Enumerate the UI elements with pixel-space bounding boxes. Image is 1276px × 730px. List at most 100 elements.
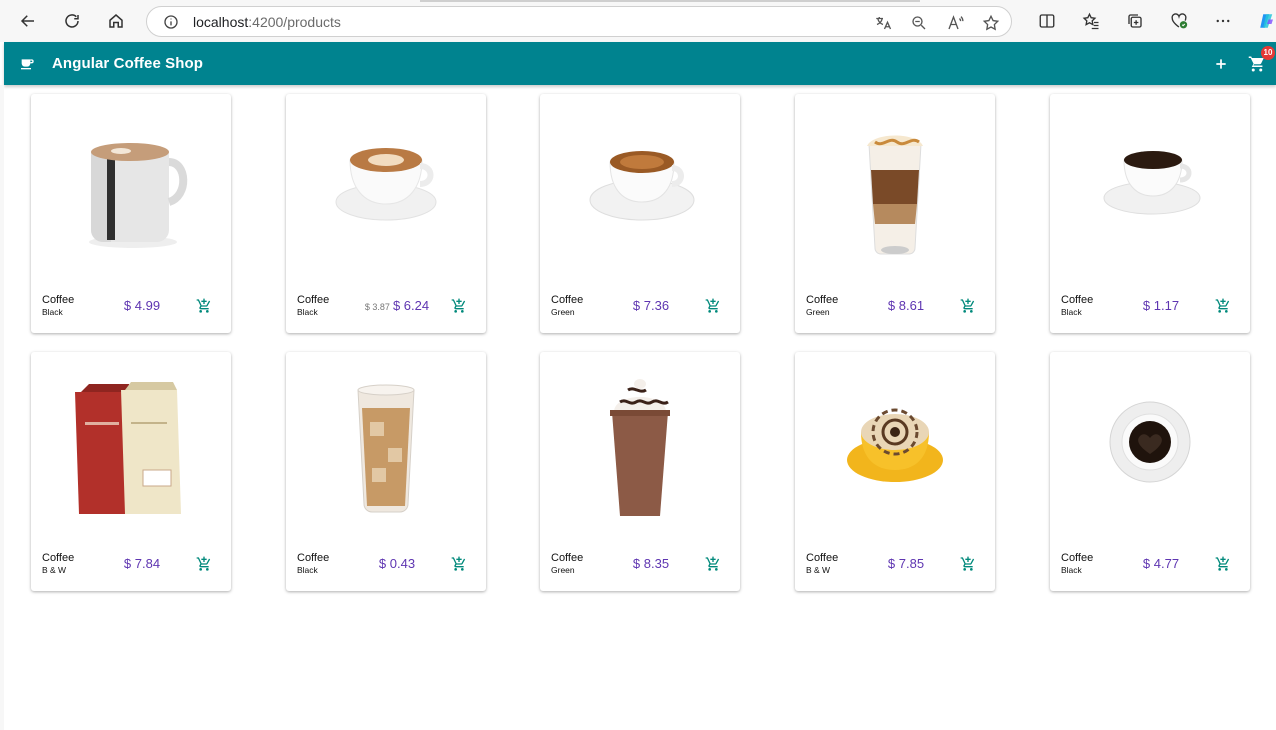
add-to-cart-button[interactable] [1215, 298, 1231, 314]
product-card[interactable]: Coffee Green $ 7.36 [540, 94, 740, 333]
refresh-button[interactable] [54, 5, 90, 37]
translate-icon[interactable] [873, 13, 893, 33]
product-name: Coffee [42, 294, 75, 306]
url-text: localhost:4200/products [193, 14, 341, 30]
more-menu-button[interactable] [1201, 0, 1245, 42]
address-bar[interactable]: localhost:4200/products [146, 6, 1012, 37]
url-path: :4200/products [248, 13, 341, 30]
home-button[interactable] [98, 5, 134, 37]
product-card[interactable]: Coffee Black $ 3.87 $ 6.24 [286, 94, 486, 333]
product-image[interactable] [61, 362, 201, 522]
product-price: $ 7.36 [616, 298, 686, 313]
zoom-out-icon[interactable] [909, 13, 929, 33]
product-name: Coffee [42, 552, 75, 564]
product-card[interactable]: Coffee Green $ 8.61 [795, 94, 995, 333]
product-price: $ 0.43 [362, 556, 432, 571]
product-price: $ 4.99 [107, 298, 177, 313]
product-name: Coffee [806, 552, 839, 564]
product-variant: B & W [42, 565, 67, 575]
product-card[interactable]: Coffee Black $ 0.43 [286, 352, 486, 591]
product-price: $ 7.85 [871, 556, 941, 571]
product-card[interactable]: Coffee Black $ 4.99 [31, 94, 231, 333]
add-shopping-cart-icon [196, 556, 211, 571]
coffee-bags-icon [75, 382, 181, 514]
product-price: $ 7.84 [107, 556, 177, 571]
product-price: $ 1.17 [1126, 298, 1196, 313]
add-product-button[interactable] [1210, 53, 1232, 75]
add-shopping-cart-icon [705, 298, 720, 313]
product-variant: B & W [806, 565, 831, 575]
product-current-price: $ 8.35 [632, 556, 670, 571]
copilot-icon [1260, 14, 1273, 28]
arrow-left-icon [20, 15, 34, 27]
product-footer: Coffee Black $ 4.99 [31, 294, 231, 318]
product-name: Coffee [551, 552, 584, 564]
add-to-cart-button[interactable] [705, 556, 721, 572]
product-image[interactable] [316, 362, 456, 522]
add-to-cart-button[interactable] [960, 298, 976, 314]
product-variant: Black [1061, 307, 1082, 317]
product-current-price: $ 6.24 [392, 298, 430, 313]
browser-toolbar: localhost:4200/products [0, 0, 1276, 42]
product-footer: Coffee Green $ 8.35 [540, 552, 740, 576]
product-price: $ 8.35 [616, 556, 686, 571]
product-image[interactable] [1080, 362, 1220, 522]
split-screen-icon [1039, 14, 1055, 28]
add-shopping-cart-icon [1215, 556, 1230, 571]
product-card[interactable]: Coffee Black $ 4.77 [1050, 352, 1250, 591]
yellow-cup-latte-art-icon [847, 408, 943, 482]
heart-pulse-icon [1171, 13, 1188, 29]
cappuccino-cup-icon [335, 148, 437, 221]
product-card[interactable]: Coffee B & W $ 7.84 [31, 352, 231, 591]
product-image[interactable] [61, 104, 201, 264]
product-current-price: $ 4.77 [1142, 556, 1180, 571]
favorites-button[interactable] [1069, 0, 1113, 42]
back-button[interactable] [10, 5, 46, 37]
product-image[interactable] [316, 104, 456, 264]
info-icon[interactable] [163, 14, 179, 30]
product-card[interactable]: Coffee Green $ 8.35 [540, 352, 740, 591]
collections-button[interactable] [1113, 0, 1157, 42]
product-image[interactable] [825, 104, 965, 264]
coffee-cup-icon [18, 55, 36, 73]
product-image[interactable] [570, 362, 710, 522]
read-aloud-icon[interactable] [945, 13, 965, 33]
product-card[interactable]: Coffee Black $ 1.17 [1050, 94, 1250, 333]
add-to-cart-button[interactable] [1215, 556, 1231, 572]
add-to-cart-button[interactable] [451, 556, 467, 572]
cart-count-badge: 10 [1261, 45, 1275, 60]
product-footer: Coffee Black $ 0.43 [286, 552, 486, 576]
copilot-button[interactable] [1245, 0, 1276, 42]
product-variant: Black [1061, 565, 1082, 575]
product-name: Coffee [1061, 294, 1094, 306]
add-to-cart-button[interactable] [196, 298, 212, 314]
add-to-cart-button[interactable] [451, 298, 467, 314]
add-shopping-cart-icon [196, 298, 211, 313]
latte-macchiato-glass-icon [867, 135, 923, 255]
product-price: $ 3.87 $ 6.24 [362, 298, 432, 313]
product-price: $ 8.61 [871, 298, 941, 313]
product-name: Coffee [1061, 552, 1094, 564]
product-image[interactable] [1080, 104, 1220, 264]
add-to-cart-button[interactable] [196, 556, 212, 572]
product-image[interactable] [570, 104, 710, 264]
product-current-price: $ 7.85 [887, 556, 925, 571]
add-shopping-cart-icon [705, 556, 720, 571]
product-footer: Coffee Black $ 3.87 $ 6.24 [286, 294, 486, 318]
app-toolbar: Angular Coffee Shop 10 [4, 42, 1276, 85]
product-image[interactable] [825, 362, 965, 522]
window-left-edge [0, 85, 4, 730]
browser-essentials-button[interactable] [1157, 0, 1201, 42]
favorite-star-icon[interactable] [981, 13, 1001, 33]
product-name: Coffee [297, 552, 330, 564]
collections-icon [1128, 14, 1142, 28]
frappe-cup-icon [610, 379, 670, 516]
product-current-price: $ 7.84 [123, 556, 161, 571]
add-to-cart-button[interactable] [960, 556, 976, 572]
add-to-cart-button[interactable] [705, 298, 721, 314]
product-card[interactable]: Coffee B & W $ 7.85 [795, 352, 995, 591]
cart-button[interactable]: 10 [1246, 45, 1275, 75]
product-current-price: $ 0.43 [378, 556, 416, 571]
product-variant: Green [806, 307, 830, 317]
split-screen-button[interactable] [1025, 0, 1069, 42]
